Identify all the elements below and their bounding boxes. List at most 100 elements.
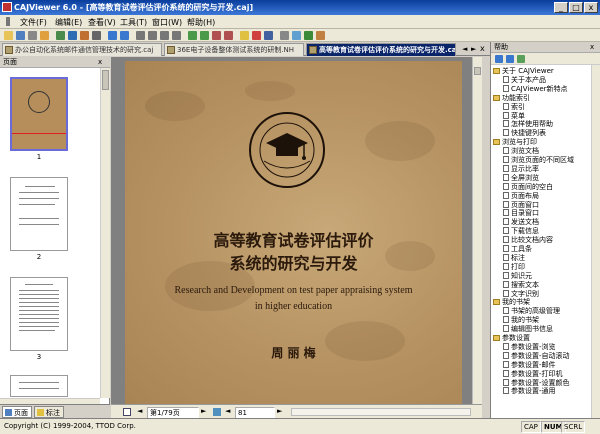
help-topic-item[interactable]: 我的书架	[503, 316, 539, 324]
save-icon[interactable]	[16, 31, 25, 40]
menu-window[interactable]: 窗口(W)	[152, 17, 182, 28]
help-topic-folder[interactable]: 浏览与打印	[493, 138, 537, 146]
help-topic-folder[interactable]: 参数设置	[493, 334, 530, 342]
menu-help[interactable]: 帮助(H)	[187, 17, 215, 28]
tab-pages[interactable]: 页面	[2, 406, 32, 418]
help-topic-item[interactable]: 怎样使用帮助	[503, 120, 553, 128]
page-thumbnail-4[interactable]	[10, 375, 68, 397]
back-icon[interactable]	[108, 31, 117, 40]
app-icon[interactable]	[2, 2, 12, 12]
help-forward-icon[interactable]	[506, 55, 514, 63]
help-topic-item[interactable]: 书架的高级管理	[503, 307, 560, 315]
help-topic-item[interactable]: 编辑图书信息	[503, 325, 553, 333]
help-topic-item[interactable]: 参数设置-设置颜色	[503, 378, 570, 387]
select-image-icon[interactable]	[80, 31, 89, 40]
help-topic-item[interactable]: 打印	[503, 262, 525, 271]
fullscreen-icon[interactable]	[292, 31, 301, 40]
tab-close-icon[interactable]: x	[480, 44, 485, 53]
help-topic-item[interactable]: 浏览文档	[503, 147, 539, 155]
help-icon[interactable]	[316, 31, 325, 40]
help-home-icon[interactable]	[517, 55, 525, 63]
help-topic-item[interactable]: 浏览页面的不同区域	[503, 156, 574, 164]
help-topic-item[interactable]: 参数设置-打印机	[503, 369, 563, 378]
last-page-icon[interactable]	[172, 31, 181, 40]
help-topic-item[interactable]: 全屏浏览	[503, 173, 539, 182]
zoom-icon[interactable]	[213, 408, 221, 416]
menu-edit[interactable]: 编辑(E)	[55, 17, 82, 28]
help-topic-item[interactable]: 参数设置-浏览	[503, 342, 556, 351]
help-topic-item[interactable]: 关于本产品	[503, 75, 546, 84]
help-topic-item[interactable]: 目录窗口	[503, 209, 539, 217]
help-topic-item[interactable]: 搜索文本	[503, 280, 539, 289]
tab-document-2[interactable]: 36E电子设备整体测试系统的研制.NH	[164, 43, 304, 56]
scroll-thumb[interactable]	[474, 67, 481, 75]
tab-document-3[interactable]: 高等教育试卷评估评价系统的研究与开发.caj	[306, 43, 456, 56]
help-topic-item[interactable]: 参数设置-自动滚动	[503, 351, 570, 360]
help-topic-item[interactable]: 比较文档内容	[503, 236, 553, 244]
next-page-icon[interactable]: ►	[201, 407, 206, 415]
ocr-icon[interactable]	[304, 31, 313, 40]
help-topic-folder[interactable]: 我的书架	[493, 298, 530, 306]
help-topic-item[interactable]: 索引	[503, 102, 525, 111]
minimize-button[interactable]: _	[554, 2, 568, 13]
forward-icon[interactable]	[120, 31, 129, 40]
tab-annotations[interactable]: 标注	[34, 406, 64, 418]
help-topic-item[interactable]: 页面间的空白	[503, 182, 553, 191]
tab-scroll-right-icon[interactable]: ►	[471, 45, 476, 53]
help-topic-item[interactable]: 工具条	[503, 245, 532, 253]
tab-document-1[interactable]: 办公自动化系统邮件通信管理技术的研究.caj	[2, 43, 162, 56]
next-page-icon[interactable]	[160, 31, 169, 40]
document-vscrollbar[interactable]	[472, 57, 482, 404]
prev-page-icon[interactable]: ◄	[137, 407, 142, 415]
page-thumbnail-2[interactable]	[10, 177, 68, 251]
open-icon[interactable]	[4, 31, 13, 40]
zoom-down-icon[interactable]: ◄	[225, 407, 230, 415]
fit-width-icon[interactable]	[224, 31, 233, 40]
help-topic-item[interactable]: 参数设置-邮件	[503, 360, 556, 369]
email-icon[interactable]	[40, 31, 49, 40]
select-text-icon[interactable]	[68, 31, 77, 40]
help-back-icon[interactable]	[495, 55, 503, 63]
close-button[interactable]: x	[584, 2, 598, 13]
fit-page-icon[interactable]	[212, 31, 221, 40]
help-topic-item[interactable]: 快捷键列表	[503, 129, 546, 137]
first-page-icon[interactable]	[136, 31, 145, 40]
help-topic-item[interactable]: 文字识别	[503, 289, 539, 298]
pages-scrollbar[interactable]	[100, 68, 110, 398]
page-thumbnail-3[interactable]	[10, 277, 68, 351]
hand-icon[interactable]	[92, 31, 101, 40]
highlight-icon[interactable]	[252, 31, 261, 40]
zoom-up-icon[interactable]: ►	[277, 407, 282, 415]
library-icon[interactable]	[56, 31, 65, 40]
document-view[interactable]: 高等教育试卷评估评价 系统的研究与开发 Research and Develop…	[111, 57, 482, 404]
help-topic-folder[interactable]: 关于 CAJViewer	[493, 67, 554, 75]
print-icon[interactable]	[28, 31, 37, 40]
menu-tools[interactable]: 工具(T)	[120, 17, 147, 28]
tab-scroll-left-icon[interactable]: ◄	[462, 45, 467, 53]
help-topic-item[interactable]: 页面布局	[503, 191, 539, 200]
help-topic-item[interactable]: CAJViewer新特点	[503, 84, 568, 93]
help-topic-folder[interactable]: 功能索引	[493, 94, 530, 102]
maximize-button[interactable]: □	[569, 2, 583, 13]
help-topic-item[interactable]: 下载信息	[503, 227, 539, 235]
help-topic-item[interactable]: 显示比率	[503, 164, 539, 173]
page-thumbnail-1[interactable]	[10, 77, 68, 151]
zoom-in-icon[interactable]	[188, 31, 197, 40]
panel-close-icon[interactable]: x	[98, 57, 102, 68]
help-topic-item[interactable]: 菜单	[503, 111, 525, 120]
zoom-out-icon[interactable]	[200, 31, 209, 40]
menu-file[interactable]: 文件(F)	[20, 17, 47, 28]
help-topic-item[interactable]: 发送文档	[503, 218, 539, 226]
search-icon[interactable]	[264, 31, 273, 40]
horizontal-scrollbar[interactable]	[291, 408, 471, 416]
help-scrollbar[interactable]	[591, 65, 600, 418]
help-topic-item[interactable]: 知识元	[503, 271, 532, 280]
prev-page-icon[interactable]	[148, 31, 157, 40]
menu-view[interactable]: 查看(V)	[88, 17, 116, 28]
help-topic-item[interactable]: 参数设置-通用	[503, 387, 556, 395]
panel-close-icon[interactable]: x	[590, 42, 594, 53]
fit-icon[interactable]	[123, 408, 131, 416]
scroll-thumb[interactable]	[102, 70, 109, 90]
annotation-icon[interactable]	[240, 31, 249, 40]
rotate-icon[interactable]	[280, 31, 289, 40]
